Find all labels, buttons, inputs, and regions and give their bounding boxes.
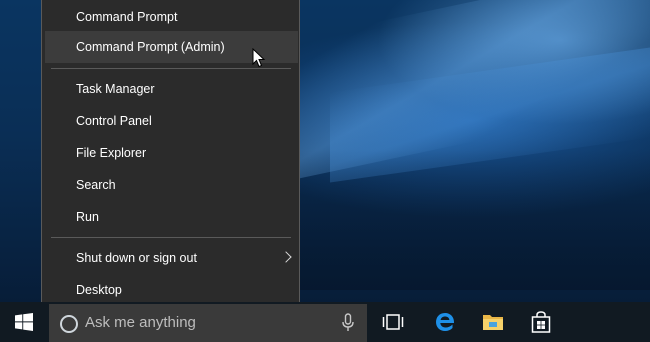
- menu-item-label: Command Prompt (Admin): [76, 40, 225, 54]
- task-view-icon: [382, 314, 404, 330]
- menu-separator: [51, 237, 291, 238]
- windows-logo-icon: [15, 313, 33, 331]
- menu-item-label: Search: [76, 178, 116, 192]
- search-placeholder: Ask me anything: [85, 314, 196, 331]
- menu-item-shut-down[interactable]: Shut down or sign out: [45, 242, 298, 274]
- menu-item-control-panel[interactable]: Control Panel: [45, 105, 298, 137]
- menu-item-task-manager[interactable]: Task Manager: [45, 73, 298, 105]
- microphone-icon[interactable]: [342, 313, 354, 333]
- edge-button[interactable]: [421, 302, 469, 342]
- search-box[interactable]: Ask me anything: [49, 304, 367, 342]
- taskbar: Ask me anything: [0, 302, 650, 342]
- menu-item-search[interactable]: Search: [45, 169, 298, 201]
- task-view-button[interactable]: [369, 302, 417, 342]
- cortana-icon: [60, 315, 78, 333]
- menu-item-label: Task Manager: [76, 82, 155, 96]
- menu-separator: [51, 68, 291, 69]
- wallpaper-light-beam: [330, 47, 650, 183]
- store-icon: [531, 311, 551, 333]
- start-button[interactable]: [0, 302, 48, 342]
- file-explorer-button[interactable]: [469, 302, 517, 342]
- wallpaper-light-beam: [300, 0, 650, 179]
- menu-item-label: Shut down or sign out: [76, 251, 197, 265]
- mouse-cursor-icon: [252, 48, 266, 68]
- power-user-menu: Command Prompt Command Prompt (Admin) Ta…: [41, 0, 300, 312]
- menu-item-run[interactable]: Run: [45, 201, 298, 233]
- menu-item-label: Run: [76, 210, 99, 224]
- menu-item-label: Control Panel: [76, 114, 152, 128]
- chevron-right-icon: [280, 251, 292, 263]
- edge-icon: [436, 313, 455, 331]
- menu-item-label: Desktop: [76, 283, 122, 297]
- wallpaper-shadow: [300, 150, 650, 290]
- menu-item-file-explorer[interactable]: File Explorer: [45, 137, 298, 169]
- menu-item-command-prompt[interactable]: Command Prompt: [45, 1, 298, 33]
- store-button[interactable]: [517, 302, 565, 342]
- menu-item-label: File Explorer: [76, 146, 147, 160]
- file-explorer-icon: [483, 315, 503, 330]
- menu-item-label: Command Prompt: [76, 10, 178, 24]
